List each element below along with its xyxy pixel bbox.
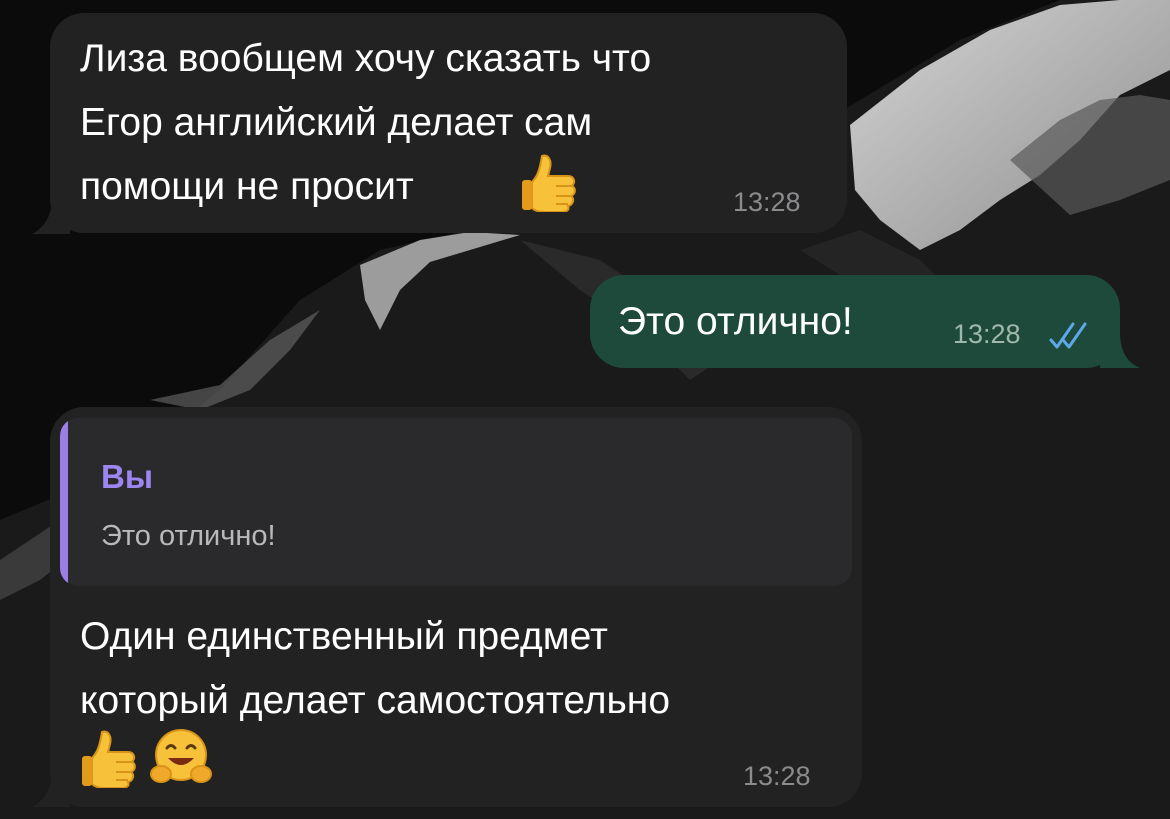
message-time: 13:28 xyxy=(743,761,811,791)
thumbs-up-emoji xyxy=(522,154,576,212)
message-time: 13:28 xyxy=(953,319,1021,349)
message-text-line: Лиза вообщем хочу сказать что xyxy=(80,37,652,80)
message-time: 13:28 xyxy=(733,187,801,217)
message-text-line: Егор английский делает сам xyxy=(80,101,593,144)
reply-accent-bar xyxy=(60,418,68,586)
message-text-line: Один единственный предмет xyxy=(80,615,608,658)
bubble-tail xyxy=(32,190,70,234)
bubble-tail xyxy=(32,763,70,807)
message-text-line: помощи не просит xyxy=(80,165,414,208)
hugging-face-emoji xyxy=(150,729,212,783)
bubble-tail xyxy=(1100,326,1140,368)
thumbs-up-emoji xyxy=(82,730,136,788)
reply-text: Это отлично! xyxy=(101,520,276,552)
message-text-line: который делает самостоятельно xyxy=(80,679,671,722)
reply-author: Вы xyxy=(101,458,154,495)
read-checkmarks-icon xyxy=(1049,322,1087,349)
reply-preview[interactable]: Вы Это отлично! xyxy=(60,418,852,586)
message-text-line: Это отлично! xyxy=(618,300,853,343)
